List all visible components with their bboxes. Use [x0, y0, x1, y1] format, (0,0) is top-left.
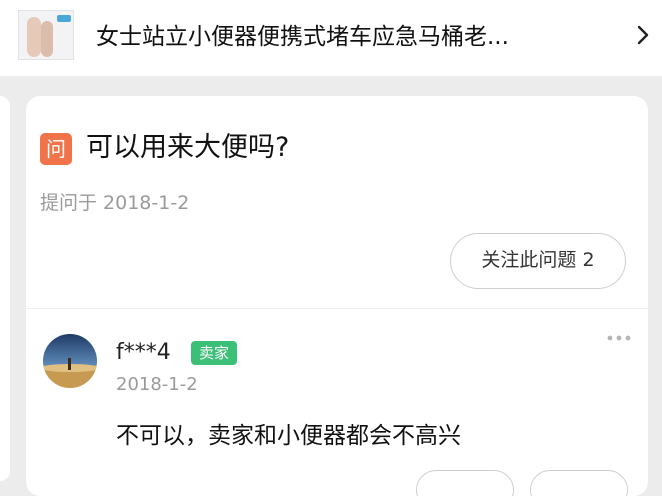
- seller-badge: 卖家: [191, 341, 237, 365]
- qa-card: 问 可以用来大便吗? 提问于 2018-1-2 关注此问题 2 f***4 卖家…: [26, 96, 648, 496]
- answer-text: 不可以，卖家和小便器都会不高兴: [116, 423, 461, 449]
- question-date: 提问于 2018-1-2: [40, 192, 190, 214]
- chevron-right-icon[interactable]: [636, 25, 650, 45]
- answerer-name: f***4: [116, 340, 171, 365]
- answer-date: 2018-1-2: [116, 374, 198, 395]
- question-title: 可以用来大便吗?: [86, 132, 290, 163]
- answer-action-button[interactable]: [416, 470, 514, 496]
- follow-question-button[interactable]: 关注此问题 2: [450, 233, 626, 289]
- thumbnail-accent-shape: [57, 15, 71, 22]
- avatar[interactable]: [43, 334, 97, 388]
- section-divider: [26, 308, 648, 309]
- product-thumbnail[interactable]: [18, 10, 74, 60]
- more-icon[interactable]: [606, 334, 632, 342]
- thumbnail-leg-shape: [27, 17, 41, 57]
- question-badge: 问: [40, 133, 72, 165]
- previous-card-edge: [0, 96, 10, 481]
- answer-action-button[interactable]: [530, 470, 628, 496]
- product-header[interactable]: 女士站立小便器便携式堵车应急马桶老...: [0, 0, 662, 76]
- thumbnail-leg-shape: [41, 21, 53, 57]
- product-title[interactable]: 女士站立小便器便携式堵车应急马桶老...: [96, 22, 596, 52]
